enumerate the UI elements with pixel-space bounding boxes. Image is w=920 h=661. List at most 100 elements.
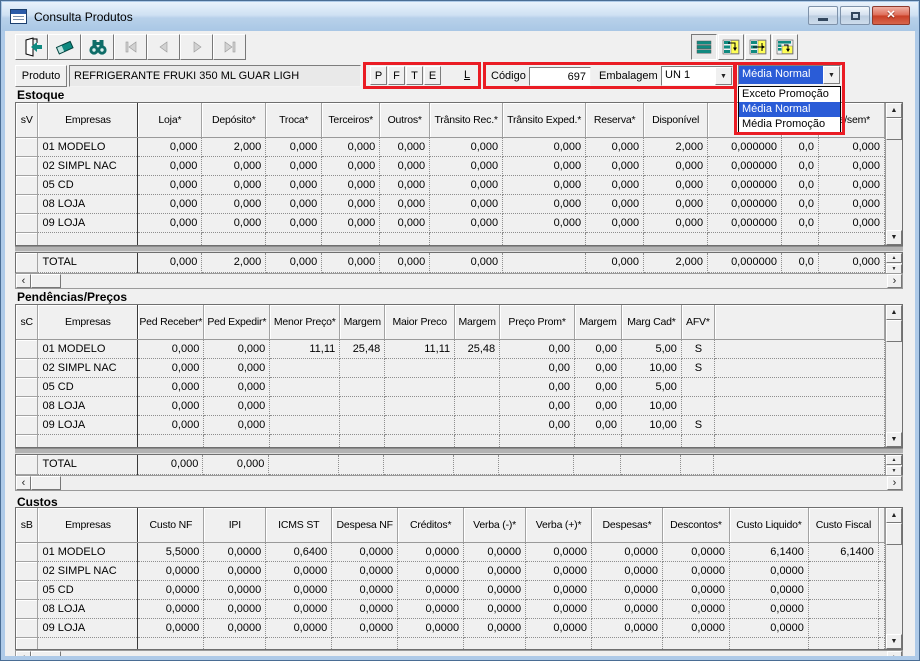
scroll-left-icon[interactable]: ‹ xyxy=(16,651,31,656)
grid-cell[interactable]: 0,000 xyxy=(265,253,323,273)
grid-cell[interactable]: 0,000 xyxy=(585,213,645,233)
grid-cell[interactable]: 0,0000 xyxy=(662,542,730,562)
grid-cell[interactable]: 0,0000 xyxy=(463,561,527,581)
grid-cell[interactable]: 0,000 xyxy=(203,396,271,416)
grid-cell[interactable]: 0,000 xyxy=(379,137,431,157)
grid-cell[interactable]: 0,000 xyxy=(643,156,709,176)
company-cell[interactable]: 02 SIMPL NAC xyxy=(37,156,139,176)
grid-cell[interactable] xyxy=(269,358,341,378)
grid-cell[interactable] xyxy=(384,377,456,397)
scrollbar-thumb[interactable] xyxy=(31,476,61,490)
grid-cell[interactable]: 0,000 xyxy=(502,194,587,214)
grid-cell[interactable]: 5,00 xyxy=(621,339,682,359)
minimize-button[interactable] xyxy=(808,6,838,25)
nav-last-button[interactable] xyxy=(213,34,246,60)
search-button[interactable] xyxy=(81,34,114,60)
grid-cell[interactable]: 10,00 xyxy=(621,358,682,378)
row-selector[interactable] xyxy=(16,455,39,475)
grid-cell[interactable]: 0,0000 xyxy=(397,561,465,581)
grid-cell[interactable]: 0,000 xyxy=(137,358,205,378)
grid-cell[interactable]: 0,0000 xyxy=(265,599,333,619)
scrollbar-thumb[interactable] xyxy=(31,651,61,656)
grid-cell[interactable]: 0,0000 xyxy=(203,599,267,619)
grid-cell[interactable] xyxy=(680,455,715,475)
flag-p-button[interactable]: P xyxy=(370,66,387,85)
scrollbar-thumb[interactable] xyxy=(886,118,902,140)
grid-cell[interactable]: 0,0000 xyxy=(525,618,593,638)
grid-cell[interactable] xyxy=(339,415,386,435)
row-selector[interactable] xyxy=(16,156,39,176)
view-rows-button[interactable] xyxy=(691,34,717,60)
grid-cell[interactable]: 0,0000 xyxy=(137,618,205,638)
grid-cell[interactable]: 0,0000 xyxy=(591,618,663,638)
table-row[interactable]: 08 LOJA 0,000 0,000 0,000 0,000 0,000 0,000 0,0… xyxy=(16,194,885,214)
grid-cell[interactable]: 0,000 xyxy=(265,213,323,233)
nav-previous-button[interactable] xyxy=(147,34,180,60)
grid-cell[interactable] xyxy=(620,455,682,475)
grid-cell[interactable]: 0,000 xyxy=(429,213,504,233)
grid-cell[interactable]: 0,0000 xyxy=(591,561,663,581)
grid-cell[interactable]: 2,000 xyxy=(201,137,267,157)
grid-cell[interactable]: 0,0000 xyxy=(397,618,465,638)
grid-cell[interactable]: 0,0000 xyxy=(525,580,593,600)
grid-cell[interactable] xyxy=(454,358,501,378)
grid-cell[interactable]: 0,0000 xyxy=(591,580,663,600)
table-row[interactable]: 09 LOJA 0,000 0,000 0,000 0,000 0,000 0,000 0,0… xyxy=(16,213,885,233)
grid-cell[interactable]: 0,000 xyxy=(818,156,885,176)
grid-cell[interactable]: 0,0000 xyxy=(591,542,663,562)
custos-horizontal-scrollbar[interactable]: ‹ › xyxy=(15,650,903,656)
scroll-down-icon[interactable]: ▼ xyxy=(886,230,902,245)
grid-cell[interactable] xyxy=(338,455,385,475)
grid-cell[interactable] xyxy=(878,542,885,562)
grid-cell[interactable]: 0,000 xyxy=(137,156,203,176)
grid-cell[interactable]: 0,0000 xyxy=(137,561,205,581)
company-cell[interactable]: 05 CD xyxy=(37,580,139,600)
grid-cell[interactable]: 0,0000 xyxy=(331,542,399,562)
grid-cell[interactable]: 0,000 xyxy=(137,415,205,435)
scroll-down-icon[interactable]: ▼ xyxy=(886,432,902,447)
grid-cell[interactable]: S xyxy=(681,415,715,435)
grid-cell[interactable]: 0,000 xyxy=(265,194,323,214)
grid-cell[interactable]: 0,000 xyxy=(137,213,203,233)
grid-cell[interactable]: 11,11 xyxy=(269,339,341,359)
grid-cell[interactable] xyxy=(498,455,575,475)
media-combobox[interactable]: Média Normal ▼ xyxy=(738,65,841,85)
grid-cell[interactable]: 0,0000 xyxy=(525,542,593,562)
grid-cell[interactable] xyxy=(681,396,715,416)
scroll-right-icon[interactable]: › xyxy=(887,274,902,288)
grid-cell[interactable] xyxy=(681,377,715,397)
grid-cell[interactable]: 0,000 xyxy=(379,194,431,214)
grid-cell[interactable]: 0,0000 xyxy=(331,580,399,600)
table-row[interactable]: 01 MODELO 5,5000 0,0000 0,6400 0,0000 0,0000 0… xyxy=(16,542,885,562)
grid-cell[interactable]: 0,0000 xyxy=(525,561,593,581)
embalagem-combobox[interactable]: UN 1 ▼ xyxy=(661,66,733,86)
pendencias-vertical-scrollbar[interactable]: ▲ ▼ xyxy=(885,305,902,447)
scroll-left-icon[interactable]: ‹ xyxy=(16,274,31,288)
grid-cell[interactable] xyxy=(269,415,341,435)
grid-cell[interactable]: 0,000 xyxy=(202,455,270,475)
grid-cell[interactable] xyxy=(454,415,501,435)
row-selector[interactable] xyxy=(16,599,39,619)
grid-cell[interactable]: 0,000 xyxy=(321,253,381,273)
row-selector[interactable] xyxy=(16,618,39,638)
dropdown-option-media-normal[interactable]: Média Normal xyxy=(739,102,840,117)
grid-cell[interactable]: 0,0000 xyxy=(265,561,333,581)
company-cell[interactable]: 08 LOJA xyxy=(37,599,139,619)
grid-cell[interactable]: 0,000 xyxy=(321,175,381,195)
grid-cell[interactable]: 0,000 xyxy=(265,175,323,195)
grid-cell[interactable] xyxy=(384,396,456,416)
row-selector[interactable] xyxy=(16,415,39,435)
grid-cell[interactable]: 0,0000 xyxy=(137,580,205,600)
grid-cell[interactable]: 0,000 xyxy=(585,137,645,157)
grid-cell[interactable]: 0,0000 xyxy=(463,542,527,562)
company-cell[interactable]: 01 MODELO xyxy=(37,137,139,157)
grid-cell[interactable]: 0,000 xyxy=(203,339,271,359)
grid-cell[interactable] xyxy=(384,415,456,435)
grid-cell[interactable]: 0,000 xyxy=(137,339,205,359)
grid-cell[interactable] xyxy=(453,455,500,475)
grid-cell[interactable] xyxy=(339,377,386,397)
grid-cell[interactable]: 0,000 xyxy=(585,253,645,273)
grid-cell[interactable]: 6,1400 xyxy=(729,542,809,562)
grid-cell[interactable] xyxy=(454,396,501,416)
grid-cell[interactable]: 0,00 xyxy=(499,377,576,397)
